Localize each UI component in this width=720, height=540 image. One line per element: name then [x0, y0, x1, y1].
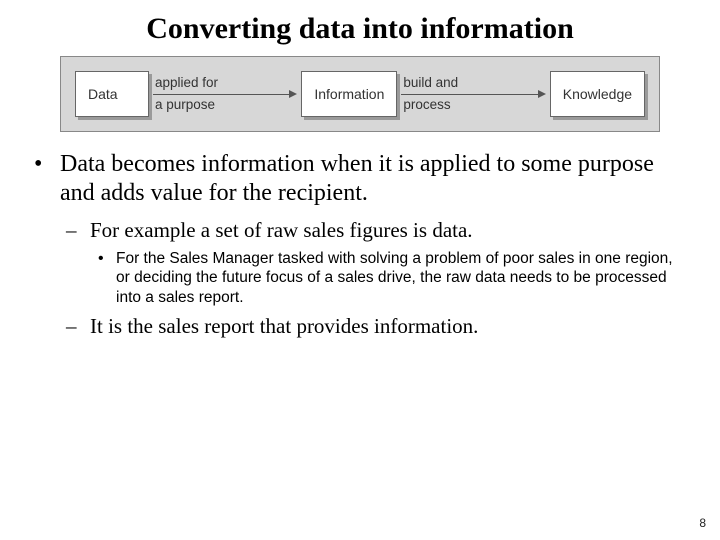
bullet-level1: Data becomes information when it is appl… [60, 150, 684, 339]
arrow-icon [401, 93, 545, 95]
bullet-level3: For the Sales Manager tasked with solvin… [116, 249, 684, 307]
bullet-text: Data becomes information when it is appl… [60, 151, 654, 206]
arrow1-label-bottom: a purpose [153, 96, 297, 114]
diagram-node-knowledge: Knowledge [550, 71, 645, 117]
page-number: 8 [699, 516, 706, 530]
arrow-icon [153, 93, 297, 95]
diagram-node-data: Data [75, 71, 149, 117]
bullet-level2: For example a set of raw sales figures i… [90, 217, 684, 307]
diagram-arrow-2: build and process [397, 74, 549, 113]
diagram-container: Data applied for a purpose Information b… [60, 56, 660, 132]
bullet-text: For the Sales Manager tasked with solvin… [116, 250, 673, 306]
arrow2-label-bottom: process [401, 96, 545, 114]
bullet-text: It is the sales report that provides inf… [90, 314, 478, 338]
diagram-arrow-1: applied for a purpose [149, 74, 301, 113]
slide-body: Data becomes information when it is appl… [0, 150, 720, 339]
arrow1-label-top: applied for [153, 74, 297, 92]
slide-title: Converting data into information [0, 0, 720, 54]
arrow2-label-top: build and [401, 74, 545, 92]
diagram-node-information: Information [301, 71, 397, 117]
bullet-level2: It is the sales report that provides inf… [90, 313, 684, 339]
bullet-text: For example a set of raw sales figures i… [90, 218, 473, 242]
data-flow-diagram: Data applied for a purpose Information b… [60, 56, 660, 132]
